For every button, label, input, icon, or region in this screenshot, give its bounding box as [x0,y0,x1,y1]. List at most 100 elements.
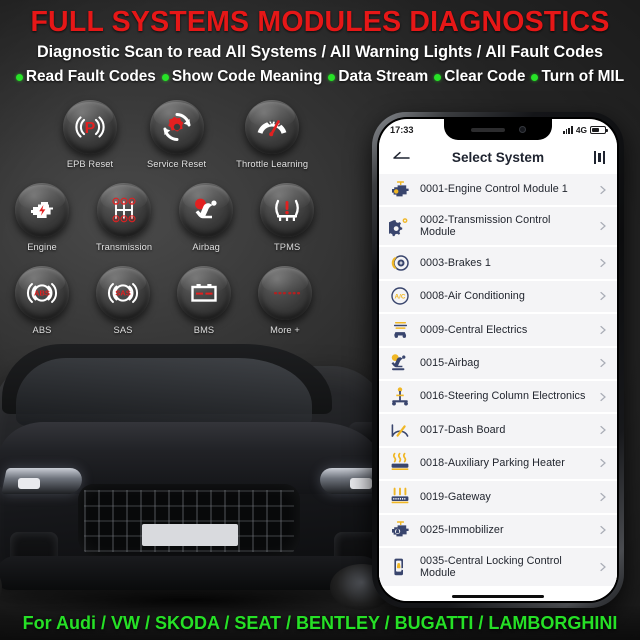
signal-bars-icon [563,126,573,134]
feature-item: Turn of MIL [531,68,624,86]
heater-icon [389,452,411,474]
list-item[interactable]: 0035-Central Locking Control Module [379,547,617,588]
throttle-gauge-icon[interactable] [245,100,300,154]
list-item-label: 0016-Steering Column Electronics [420,390,586,403]
list-item[interactable]: 0017-Dash Board [379,414,617,448]
steering-column-icon [389,386,411,408]
function-sas[interactable]: SAS SAS [96,266,150,335]
list-item[interactable]: 0009-Central Electrics [379,314,617,348]
list-item[interactable]: 0003-Brakes 1 [379,247,617,281]
status-bar: 17:33 4G [379,119,617,140]
list-item-label: 0001-Engine Control Module 1 [420,183,568,196]
phone-screen: 17:33 4G Select System 0001-Engine Contr… [379,119,617,601]
list-item[interactable]: 0018-Auxiliary Parking Heater [379,447,617,482]
function-transmission[interactable]: 1 3 5 2 4 R Transmission [96,183,152,252]
abs-brake-icon[interactable]: ABS [15,266,69,320]
feature-item: Read Fault Codes [15,68,156,86]
promo-banner-root: FULL SYSTEMS MODULES DIAGNOSTICS Diagnos… [0,0,640,640]
list-item[interactable]: 0015-Airbag [379,347,617,381]
phone-mockup: 17:33 4G Select System 0001-Engine Contr… [372,112,624,608]
more-dots-icon[interactable] [258,266,312,320]
function-epb-reset[interactable]: P EPB Reset [63,100,117,169]
function-label: ABS [32,325,52,335]
chevron-right-icon [598,562,608,572]
sas-steering-icon[interactable]: SAS [96,266,150,320]
status-time: 17:33 [390,124,414,135]
list-item-label: 0009-Central Electrics [420,323,528,336]
page-subtitle: Diagnostic Scan to read All Systems / Al… [36,43,604,61]
chevron-right-icon [598,525,608,535]
bms-battery-icon[interactable] [177,266,231,320]
tpms-tire-icon[interactable] [260,183,315,237]
brake-disc-icon [389,252,411,274]
function-row-1: P EPB Reset Service Reset Throttle Learn… [0,100,360,169]
function-engine[interactable]: Engine [15,183,69,252]
svg-text:P: P [85,120,96,137]
list-item[interactable]: 0001-Engine Control Module 1 [379,174,617,208]
phone-frame: 17:33 4G Select System 0001-Engine Contr… [372,112,624,608]
bullet-dot-icon [161,73,169,81]
function-label: More + [270,325,300,335]
function-label: Engine [27,242,57,252]
central-locking-icon [389,556,411,578]
function-label: Service Reset [147,159,207,169]
nav-title: Select System [451,149,545,165]
function-label: Throttle Learning [236,159,309,169]
feature-list: Read Fault Codes Show Code Meaning Data … [0,62,640,86]
function-abs[interactable]: ABS ABS [15,266,69,335]
gear-module-icon [389,215,411,237]
car-image [0,318,412,618]
battery-icon [590,125,608,134]
chevron-right-icon [598,392,608,402]
function-more[interactable]: More + [258,266,312,335]
system-list[interactable]: 0001-Engine Control Module 1 0002-Transm… [379,174,617,601]
function-icon-grid: P EPB Reset Service Reset Throttle Learn… [0,100,360,335]
function-throttle-learning[interactable]: Throttle Learning [236,100,308,169]
list-item-label: 0015-Airbag [420,357,480,370]
immobilizer-icon [389,519,411,541]
airbag-seat-icon[interactable] [179,183,234,237]
back-arrow-icon[interactable] [391,147,411,167]
engine-module-icon [389,179,411,201]
status-indicators: 4G [563,124,608,135]
list-item-label: 0018-Auxiliary Parking Heater [420,457,565,470]
chevron-right-icon [598,492,608,502]
gateway-icon [389,486,411,508]
service-wrench-icon[interactable] [149,100,204,154]
function-row-3: ABS ABS SAS SAS BMS More + [0,266,360,335]
compatible-brands-label: For Audi / VW / SKODA / SEAT / BENTLEY /… [22,612,618,633]
list-item[interactable]: 0016-Steering Column Electronics [379,380,617,415]
list-item[interactable]: A/C 0008-Air Conditioning [379,280,617,315]
list-item[interactable]: 0025-Immobilizer [379,514,617,548]
chevron-right-icon [598,325,608,335]
list-item-label: 0035-Central Locking Control Module [420,554,562,579]
ac-icon: A/C [389,285,411,307]
engine-icon[interactable] [15,183,69,237]
list-item-label: 0002-Transmission Control Module [420,213,551,239]
function-label: BMS [193,325,215,335]
chevron-right-icon [598,425,608,435]
function-label: Airbag [192,242,220,252]
list-item[interactable]: 0002-Transmission Control Module [379,207,617,248]
network-label: 4G [575,124,587,135]
epb-brake-icon[interactable]: P [63,100,117,154]
chevron-right-icon [598,358,608,368]
svg-text:2: 2 [115,216,118,221]
function-tpms[interactable]: TPMS [260,183,315,252]
feature-label: Data Stream [338,68,429,85]
bullet-dot-icon [15,73,23,81]
svg-text:R: R [131,216,134,221]
function-label: Transmission [96,242,153,252]
menu-bars-icon[interactable] [593,150,605,164]
svg-text:A/C: A/C [394,294,405,301]
list-item[interactable]: 0019-Gateway [379,481,617,515]
function-airbag[interactable]: Airbag [179,183,234,252]
header: FULL SYSTEMS MODULES DIAGNOSTICS Diagnos… [0,0,640,96]
home-indicator [452,594,544,598]
list-item-label: 0019-Gateway [420,490,491,503]
function-bms[interactable]: BMS [177,266,231,335]
function-service-reset[interactable]: Service Reset [147,100,206,169]
transmission-gearstick-icon[interactable]: 1 3 5 2 4 R [97,183,152,237]
dashboard-gauge-icon [389,419,411,441]
footer: For Audi / VW / SKODA / SEAT / BENTLEY /… [0,606,640,640]
